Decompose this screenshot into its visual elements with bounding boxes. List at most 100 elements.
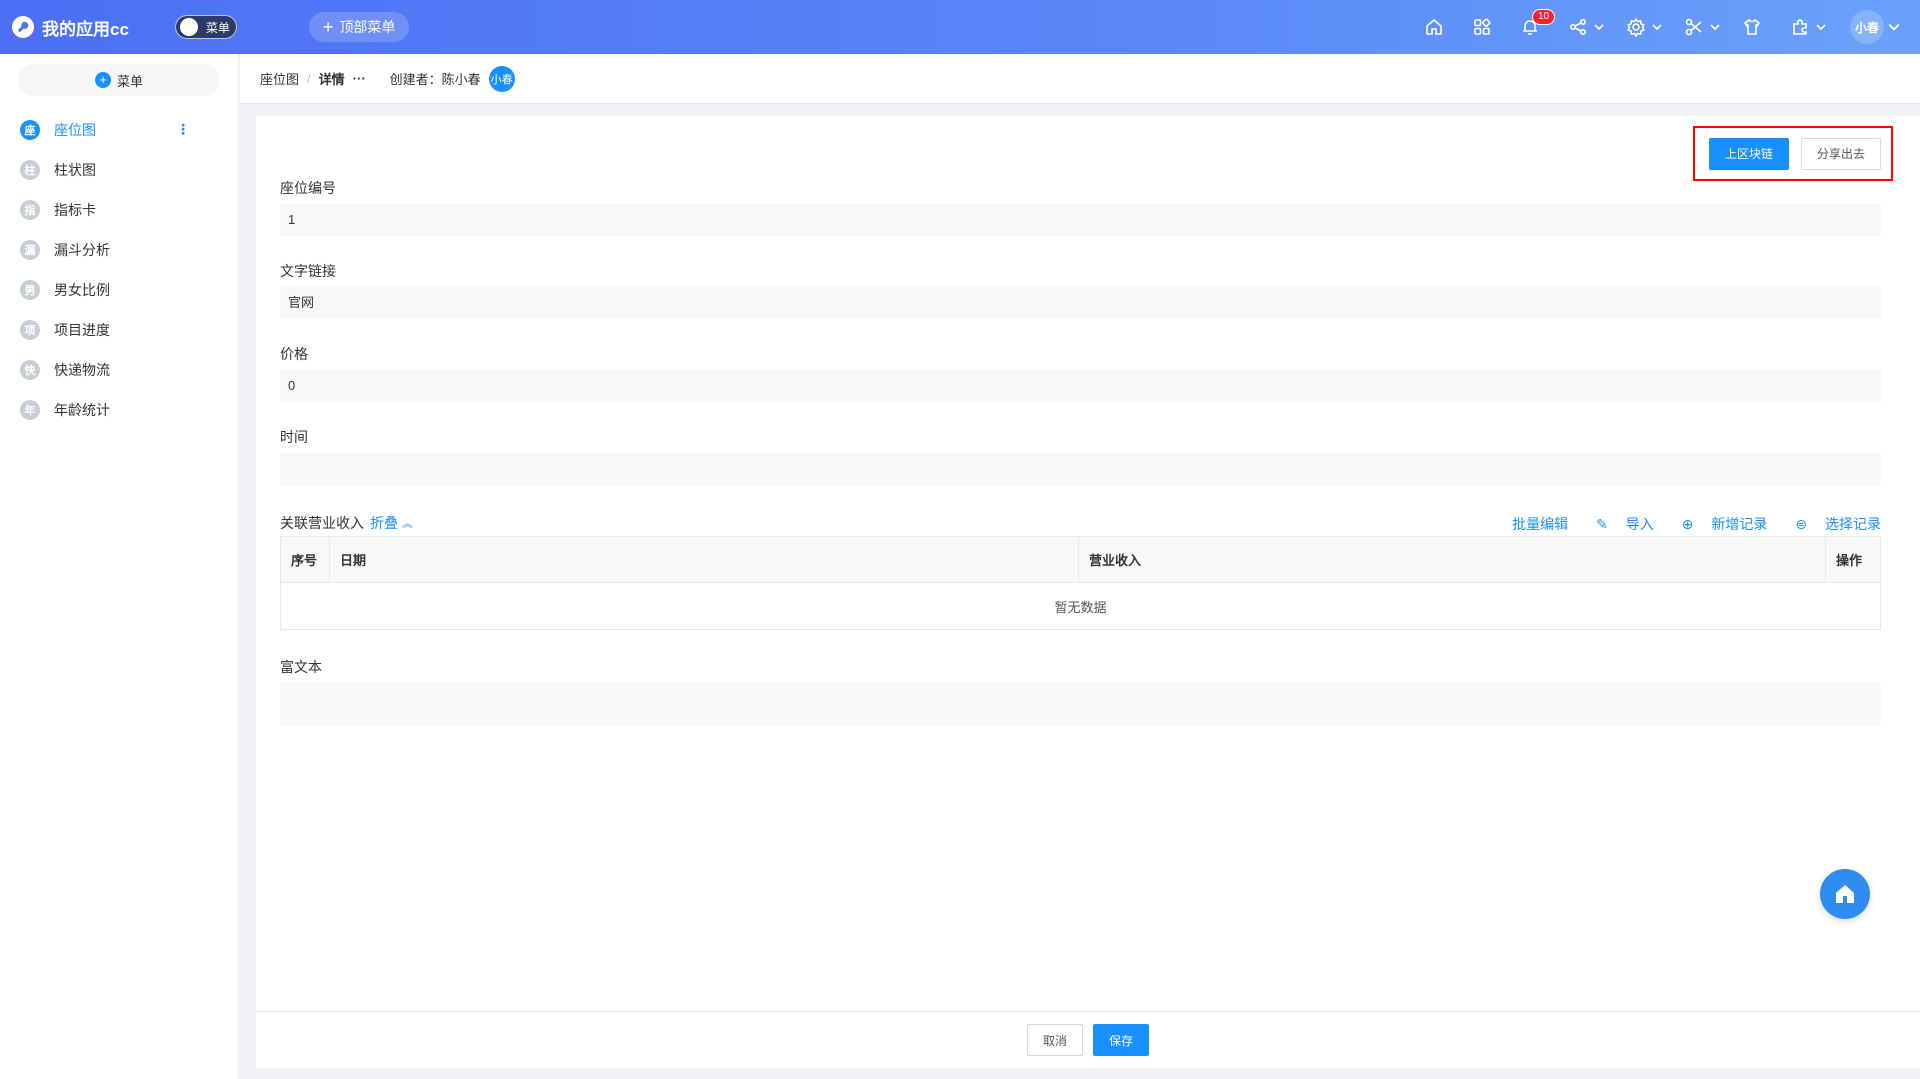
blockchain-button[interactable]: 上区块链: [1709, 137, 1790, 170]
home-icon[interactable]: [1422, 15, 1446, 39]
field-value: 1: [280, 204, 1881, 236]
field-value: 官网: [280, 287, 1881, 319]
column-header-revenue: 营业收入: [1079, 537, 1826, 582]
bell-icon[interactable]: 10: [1518, 9, 1556, 39]
field-time: 时间: [280, 427, 1881, 485]
add-record-link[interactable]: ⊕ 新增记录: [1668, 514, 1768, 534]
gear-icon[interactable]: [1624, 15, 1662, 39]
field-label: 座位编号: [280, 180, 336, 196]
tshirt-icon[interactable]: [1740, 15, 1764, 39]
breadcrumb-separator: /: [307, 71, 311, 86]
chevron-down-icon: [1594, 24, 1604, 31]
sidebar: + 菜单 座 座位图 ⋮ 柱 柱状图 指 指标卡 漏 漏斗分析 男 男女比例 项…: [0, 54, 239, 1079]
express-logistics-icon: 快: [20, 360, 40, 380]
app-logo[interactable]: 我的应用cc: [12, 15, 129, 40]
rich-text-content: [280, 683, 1881, 725]
field-value: 0: [280, 370, 1881, 402]
column-header-seq: 序号: [281, 537, 330, 582]
creator-label: 创建者：陈小春: [389, 72, 481, 87]
field-text-link: 文字链接 官网: [280, 261, 1881, 319]
sidebar-item-label: 项目进度: [54, 322, 110, 338]
metric-card-icon: 指: [20, 200, 40, 220]
scissors-icon[interactable]: [1682, 15, 1720, 39]
share-icon[interactable]: [1566, 15, 1604, 39]
import-label: 导入: [1625, 516, 1654, 532]
sidebar-item-metric-card[interactable]: 指 指标卡: [0, 190, 238, 230]
link-icon: ⊜: [1795, 516, 1811, 532]
fold-link[interactable]: 折叠: [370, 513, 398, 533]
cancel-button[interactable]: 取消: [1026, 1024, 1083, 1056]
related-revenue-header: 关联营业收入 折叠 ︽ 批量编辑 ✎ 导入 ⊕ 新增记录 ⊜ 选择记录: [280, 512, 1881, 534]
funnel-icon: 漏: [20, 240, 40, 260]
chevron-up-double-icon[interactable]: ︽: [402, 515, 413, 531]
app-title: 我的应用cc: [42, 19, 129, 39]
sidebar-item-label: 漏斗分析: [54, 242, 110, 258]
sidebar-item-age-stats[interactable]: 年 年龄统计: [0, 390, 238, 430]
wrench-icon: [12, 16, 34, 38]
column-header-date: 日期: [330, 537, 1079, 582]
table-header: 序号 日期 营业收入 操作: [281, 537, 1880, 583]
notification-badge: 10: [1532, 9, 1556, 25]
sidebar-item-gender-ratio[interactable]: 男 男女比例: [0, 270, 238, 310]
plus-circle-icon: ⊕: [1681, 516, 1698, 532]
chevron-down-icon: [1652, 24, 1662, 31]
project-progress-icon: 项: [20, 320, 40, 340]
breadcrumb-parent[interactable]: 座位图: [260, 69, 299, 88]
sidebar-item-label: 柱状图: [54, 162, 96, 178]
house-icon: [1836, 885, 1854, 903]
field-label: 文字链接: [280, 263, 336, 279]
avatar: 小春: [488, 65, 515, 92]
more-vertical-icon[interactable]: ⋮: [176, 122, 190, 136]
related-revenue-table: 序号 日期 营业收入 操作 暂无数据: [280, 536, 1881, 630]
seat-map-icon: 座: [20, 120, 40, 140]
sidebar-item-label: 快递物流: [54, 362, 110, 378]
sidebar-menu-label: 菜单: [116, 73, 143, 89]
user-menu[interactable]: 小春: [1850, 10, 1900, 44]
chevron-down-icon: [1888, 23, 1900, 31]
batch-edit-link[interactable]: 批量编辑: [1512, 514, 1568, 534]
floating-home-button[interactable]: [1820, 869, 1870, 919]
action-buttons-highlight: 上区块链 分享出去: [1693, 126, 1893, 181]
toggle-knob: [179, 18, 198, 36]
select-record-link[interactable]: ⊜ 选择记录: [1781, 514, 1881, 534]
import-link[interactable]: ✎ 导入: [1582, 514, 1654, 534]
bar-chart-icon: 柱: [20, 160, 40, 180]
more-horizontal-icon[interactable]: ···: [353, 71, 366, 86]
field-value: [280, 453, 1881, 485]
sidebar-add-menu-button[interactable]: + 菜单: [18, 64, 220, 96]
breadcrumb-current: 详情: [318, 72, 345, 87]
top-header: 我的应用cc 菜单 + 顶部菜单 10 小春: [0, 0, 1920, 54]
sidebar-item-seat-map[interactable]: 座 座位图 ⋮: [0, 110, 238, 150]
rich-text-label: 富文本: [280, 659, 322, 675]
field-label: 价格: [280, 346, 308, 362]
edit-icon: ✎: [1596, 516, 1612, 532]
menu-toggle-switch[interactable]: 菜单: [174, 15, 237, 39]
sidebar-item-label: 座位图: [54, 122, 96, 138]
top-menu-label: 顶部菜单: [339, 19, 396, 35]
top-menu-button[interactable]: + 顶部菜单: [308, 12, 410, 42]
apps-grid-icon[interactable]: [1470, 15, 1494, 39]
avatar: 小春: [1850, 10, 1884, 44]
sidebar-item-bar-chart[interactable]: 柱 柱状图: [0, 150, 238, 190]
sidebar-item-project-progress[interactable]: 项 项目进度: [0, 310, 238, 350]
sidebar-item-label: 男女比例: [54, 282, 110, 298]
share-button[interactable]: 分享出去: [1801, 137, 1882, 170]
field-price: 价格 0: [280, 344, 1881, 402]
column-header-actions: 操作: [1836, 553, 1863, 568]
table-empty-text: 暂无数据: [1054, 599, 1107, 615]
plus-circle-icon: +: [94, 72, 111, 88]
add-record-label: 新增记录: [1711, 516, 1768, 532]
age-stats-icon: 年: [20, 400, 40, 420]
save-button[interactable]: 保存: [1093, 1024, 1150, 1056]
sidebar-item-express-logistics[interactable]: 快 快递物流: [0, 350, 238, 390]
select-record-label: 选择记录: [1825, 516, 1881, 532]
menu-toggle-label: 菜单: [205, 20, 230, 35]
sidebar-nav: 座 座位图 ⋮ 柱 柱状图 指 指标卡 漏 漏斗分析 男 男女比例 项 项目进度…: [0, 110, 238, 430]
related-title: 关联营业收入: [280, 515, 364, 531]
puzzle-icon[interactable]: [1788, 15, 1826, 39]
sidebar-item-funnel[interactable]: 漏 漏斗分析: [0, 230, 238, 270]
field-label: 时间: [280, 429, 308, 445]
sidebar-item-label: 指标卡: [54, 202, 96, 218]
breadcrumb: 座位图 / 详情 ··· 创建者：陈小春 小春: [240, 54, 1920, 104]
gender-ratio-icon: 男: [20, 280, 40, 300]
